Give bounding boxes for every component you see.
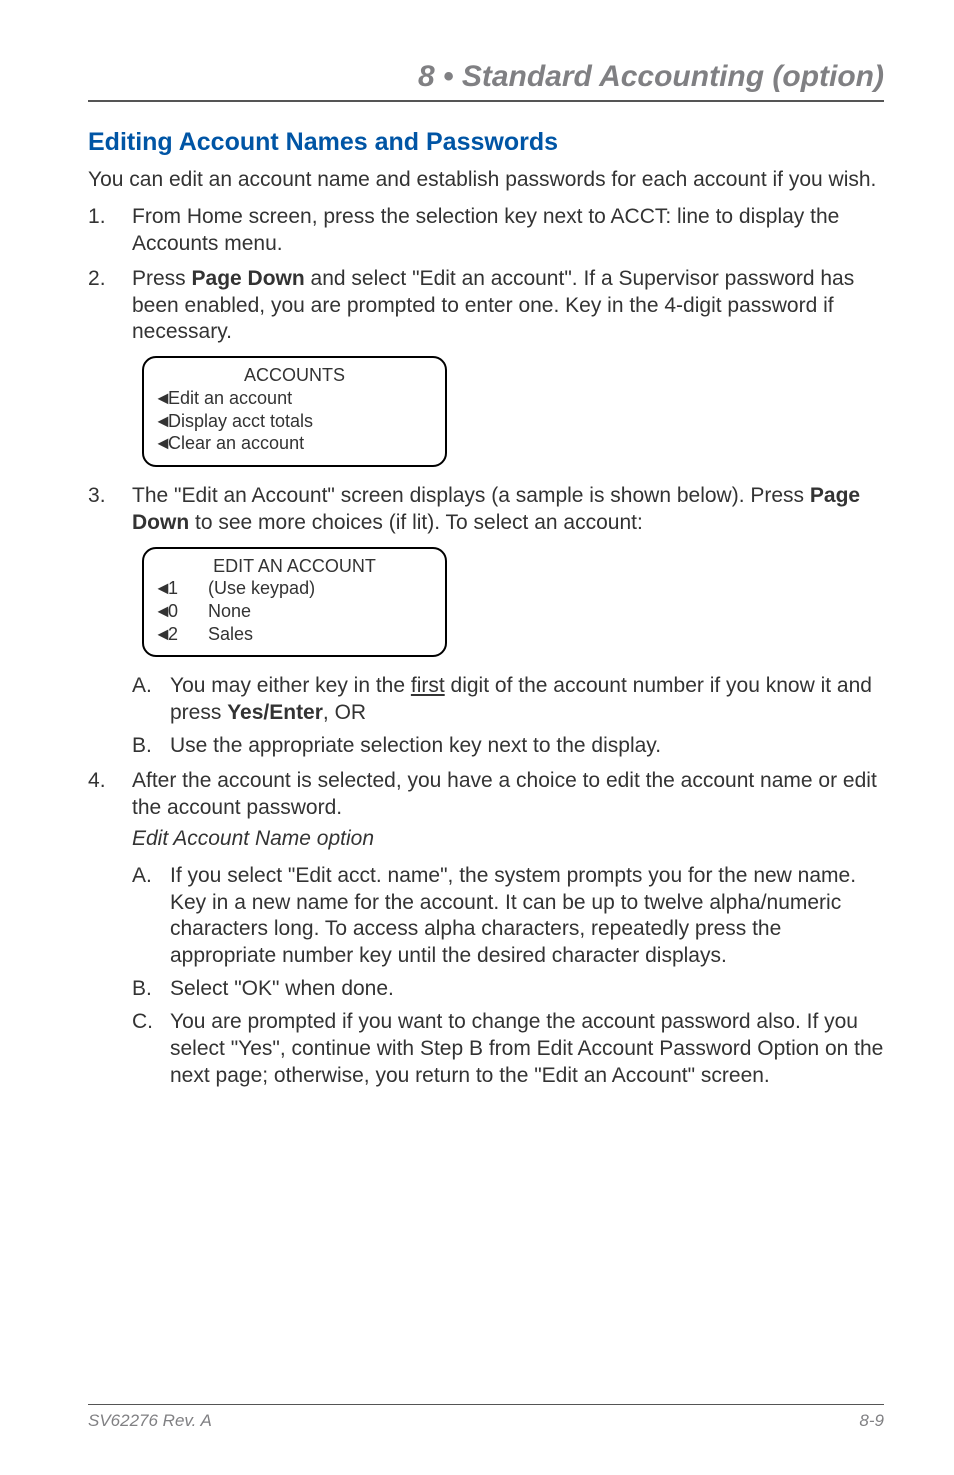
- lcd-accounts: ACCOUNTS ◄Edit an account ◄Display acct …: [142, 356, 447, 467]
- s4C: You are prompted if you want to change t…: [170, 1010, 883, 1087]
- step-3a: You may either key in the first digit of…: [132, 673, 884, 727]
- s3B: Use the appropriate selection key next t…: [170, 734, 661, 757]
- page-footer: SV62276 Rev. A 8-9: [88, 1404, 884, 1431]
- step-4b: Select "OK" when done.: [132, 976, 884, 1003]
- step-4-sublist: If you select "Edit acct. name", the sys…: [132, 863, 884, 1090]
- footer-right: 8-9: [859, 1411, 884, 1431]
- triangle-icon: ◄: [154, 600, 168, 623]
- main-steps-list: From Home screen, press the selection ke…: [88, 204, 884, 1090]
- s3A-d: , OR: [323, 701, 366, 724]
- step-2: Press Page Down and select "Edit an acco…: [88, 266, 884, 467]
- lcd1-r1: Edit an account: [168, 388, 292, 408]
- s3A-yesenter: Yes/Enter: [227, 701, 323, 724]
- step-4-text: After the account is selected, you have …: [132, 769, 877, 819]
- step-3: The "Edit an Account" screen displays (a…: [88, 483, 884, 760]
- lcd1-r3: Clear an account: [168, 433, 304, 453]
- lcd-edit-row-1: ◄1 (Use keypad): [154, 577, 435, 600]
- chapter-header: 8 • Standard Accounting (option): [88, 60, 884, 102]
- step-3-sublist: You may either key in the first digit of…: [132, 673, 884, 760]
- lcd2-r3n: 2: [168, 624, 178, 644]
- lcd-edit-title: EDIT AN ACCOUNT: [154, 555, 435, 578]
- step-2-text-a: Press: [132, 267, 192, 290]
- footer-left: SV62276 Rev. A: [88, 1411, 212, 1431]
- triangle-icon: ◄: [154, 623, 168, 646]
- lcd1-r2: Display acct totals: [168, 411, 313, 431]
- lcd-edit-row-2: ◄0 None: [154, 600, 435, 623]
- step-3-text-c: to see more choices (if lit). To select …: [189, 511, 643, 534]
- s4A: If you select "Edit acct. name", the sys…: [170, 864, 856, 968]
- triangle-icon: ◄: [154, 387, 168, 410]
- step-2-pagedown: Page Down: [192, 267, 305, 290]
- lcd2-r2t: None: [208, 601, 251, 621]
- s3A-first: first: [411, 674, 445, 697]
- lcd-accounts-title: ACCOUNTS: [154, 364, 435, 387]
- step-1: From Home screen, press the selection ke…: [88, 204, 884, 258]
- section-title: Editing Account Names and Passwords: [88, 128, 884, 157]
- triangle-icon: ◄: [154, 432, 168, 455]
- triangle-icon: ◄: [154, 410, 168, 433]
- lcd2-r2n: 0: [168, 601, 178, 621]
- lcd-accounts-row-1: ◄Edit an account: [154, 387, 435, 410]
- step-1-text: From Home screen, press the selection ke…: [132, 205, 839, 255]
- step-4c: You are prompted if you want to change t…: [132, 1009, 884, 1090]
- step-4a: If you select "Edit acct. name", the sys…: [132, 863, 884, 971]
- triangle-icon: ◄: [154, 577, 168, 600]
- step-4: After the account is selected, you have …: [88, 768, 884, 1090]
- step-3-text-a: The "Edit an Account" screen displays (a…: [132, 484, 810, 507]
- lcd-edit-row-3: ◄2 Sales: [154, 623, 435, 646]
- step-3b: Use the appropriate selection key next t…: [132, 733, 884, 760]
- lcd-edit-account: EDIT AN ACCOUNT ◄1 (Use keypad) ◄0 None …: [142, 547, 447, 658]
- lcd-accounts-row-2: ◄Display acct totals: [154, 410, 435, 433]
- lcd2-r3t: Sales: [208, 624, 253, 644]
- lcd2-r1n: 1: [168, 578, 178, 598]
- intro-paragraph: You can edit an account name and establi…: [88, 167, 884, 194]
- lcd2-r1t: (Use keypad): [208, 578, 315, 598]
- lcd-accounts-row-3: ◄Clear an account: [154, 432, 435, 455]
- s4B: Select "OK" when done.: [170, 977, 394, 1000]
- s3A-a: You may either key in the: [170, 674, 411, 697]
- step-4-subheading: Edit Account Name option: [132, 826, 884, 853]
